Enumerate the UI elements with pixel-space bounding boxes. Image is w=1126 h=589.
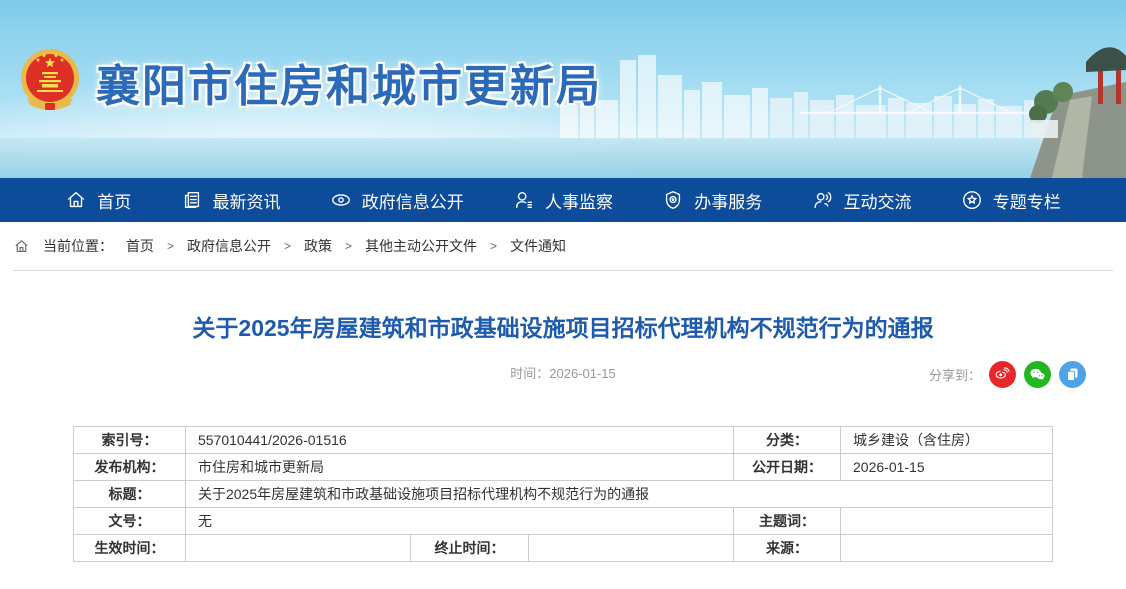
agency-value: 市住房和城市更新局	[185, 454, 733, 481]
time-label: 时间：	[510, 366, 549, 381]
nav-item-personnel[interactable]: 人事监察	[513, 188, 613, 213]
nav-item-services[interactable]: 办事服务	[662, 188, 762, 213]
keywords-value	[841, 508, 1053, 535]
breadcrumb-separator: >	[167, 239, 174, 253]
brand: 襄阳市住房和城市更新局	[18, 46, 602, 118]
expiry-label: 终止时间：	[410, 535, 528, 562]
nav-item-label: 政府信息公开	[362, 188, 464, 213]
table-row: 索引号： 557010441/2026-01516 分类： 城乡建设（含住房）	[73, 427, 1052, 454]
info-table: 索引号： 557010441/2026-01516 分类： 城乡建设（含住房） …	[73, 426, 1053, 562]
star-icon	[961, 189, 983, 211]
copy-share-icon[interactable]	[1059, 361, 1086, 388]
breadcrumb-separator: >	[490, 239, 497, 253]
article-title: 关于2025年房屋建筑和市政基础设施项目招标代理机构不规范行为的通报	[50, 309, 1076, 343]
news-icon	[181, 189, 203, 211]
weibo-share-icon[interactable]	[989, 361, 1016, 388]
nav-item-label: 最新资讯	[213, 188, 281, 213]
chat-icon	[812, 189, 834, 211]
breadcrumb: 当前位置： 首页 > 政府信息公开 > 政策 > 其他主动公开文件 > 文件通知	[13, 222, 1113, 271]
badge-icon	[662, 189, 684, 211]
article-meta: 时间：2026-01-15 分享到：	[0, 360, 1126, 388]
nav-item-label: 人事监察	[545, 188, 613, 213]
national-emblem-logo	[18, 46, 82, 118]
main-nav: 首页 最新资讯 政府信息公开 人事监察 办事服务 互动交流 专题专栏	[0, 178, 1126, 222]
keywords-label: 主题词：	[734, 508, 841, 535]
eye-icon	[330, 189, 352, 211]
category-label: 分类：	[734, 427, 841, 454]
share-box: 分享到：	[929, 360, 1086, 388]
article-content: 关于2025年房屋建筑和市政基础设施项目招标代理机构不规范行为的通报 时间：20…	[0, 309, 1126, 562]
index-value: 557010441/2026-01516	[185, 427, 733, 454]
nav-item-label: 专题专栏	[993, 188, 1061, 213]
effective-label: 生效时间：	[73, 535, 185, 562]
breadcrumb-item-policy[interactable]: 政策	[304, 236, 332, 256]
time-value: 2026-01-15	[549, 366, 616, 381]
category-value: 城乡建设（含住房）	[841, 427, 1053, 454]
breadcrumb-item-other-public-files[interactable]: 其他主动公开文件	[365, 236, 477, 256]
person-icon	[513, 189, 535, 211]
nav-item-label: 首页	[97, 188, 131, 213]
nav-item-news[interactable]: 最新资讯	[181, 188, 281, 213]
expiry-value	[528, 535, 733, 562]
table-row: 发布机构： 市住房和城市更新局 公开日期： 2026-01-15	[73, 454, 1052, 481]
home-icon	[65, 189, 87, 211]
table-row: 文号： 无 主题词：	[73, 508, 1052, 535]
nav-item-special-columns[interactable]: 专题专栏	[961, 188, 1061, 213]
breadcrumb-separator: >	[284, 239, 291, 253]
table-row: 标题： 关于2025年房屋建筑和市政基础设施项目招标代理机构不规范行为的通报	[73, 481, 1052, 508]
share-label: 分享到：	[929, 365, 981, 384]
effective-value	[185, 535, 410, 562]
breadcrumb-separator: >	[345, 239, 352, 253]
site-title: 襄阳市住房和城市更新局	[96, 50, 602, 114]
site-header: 襄阳市住房和城市更新局	[0, 0, 1126, 178]
table-row: 生效时间： 终止时间： 来源：	[73, 535, 1052, 562]
page: 襄阳市住房和城市更新局 首页 最新资讯 政府信息公开 人事监察 办事服务 互动交…	[0, 0, 1126, 589]
publish-date-value: 2026-01-15	[841, 454, 1053, 481]
docnum-value: 无	[185, 508, 733, 535]
home-icon	[13, 238, 30, 255]
breadcrumb-item-file-notice: 文件通知	[510, 236, 566, 256]
publish-date-label: 公开日期：	[734, 454, 841, 481]
index-label: 索引号：	[73, 427, 185, 454]
nav-item-label: 办事服务	[694, 188, 762, 213]
breadcrumb-item-gov-info[interactable]: 政府信息公开	[187, 236, 271, 256]
wechat-share-icon[interactable]	[1024, 361, 1051, 388]
title-value: 关于2025年房屋建筑和市政基础设施项目招标代理机构不规范行为的通报	[185, 481, 1052, 508]
breadcrumb-item-home[interactable]: 首页	[126, 236, 154, 256]
nav-item-label: 互动交流	[844, 188, 912, 213]
nav-item-interaction[interactable]: 互动交流	[812, 188, 912, 213]
source-value	[841, 535, 1053, 562]
source-label: 来源：	[734, 535, 841, 562]
agency-label: 发布机构：	[73, 454, 185, 481]
nav-item-home[interactable]: 首页	[65, 188, 131, 213]
docnum-label: 文号：	[73, 508, 185, 535]
title-label: 标题：	[73, 481, 185, 508]
breadcrumb-prefix: 当前位置：	[43, 236, 113, 256]
nav-item-gov-info[interactable]: 政府信息公开	[330, 188, 464, 213]
